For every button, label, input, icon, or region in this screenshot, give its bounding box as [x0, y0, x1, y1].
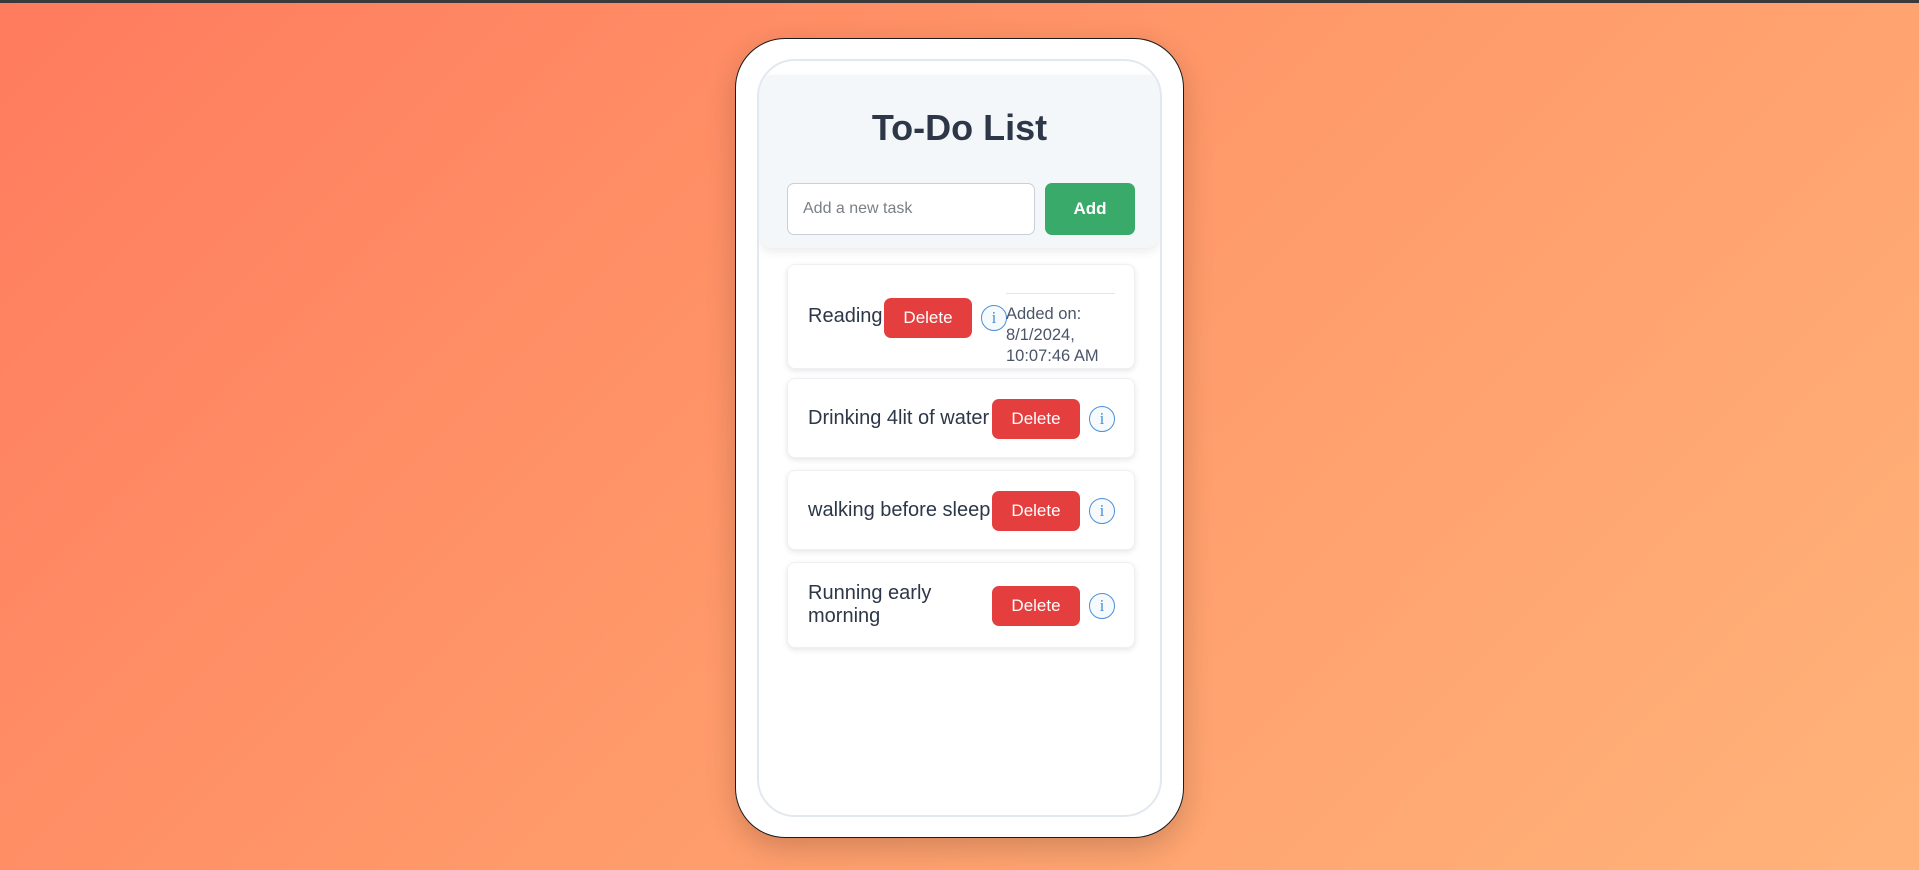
delete-task-button[interactable]: Delete	[884, 298, 972, 338]
task-text: walking before sleep	[808, 499, 991, 521]
task-item: Running early morning Delete i	[787, 562, 1135, 648]
delete-task-button[interactable]: Delete	[992, 399, 1080, 439]
info-circle-icon[interactable]: i	[1089, 593, 1115, 619]
task-item: Drinking 4lit of water Delete i	[787, 378, 1135, 458]
phone-frame: To-Do List Add Reading Delete i Added on…	[735, 38, 1184, 838]
task-text: Reading	[808, 305, 883, 327]
task-item: Reading Delete i Added on: 8/1/2024, 10:…	[787, 264, 1135, 369]
task-item: walking before sleep Delete i	[787, 470, 1135, 550]
delete-task-button[interactable]: Delete	[992, 491, 1080, 531]
app-container: To-Do List Add Reading Delete i Added on…	[757, 59, 1162, 817]
new-task-input[interactable]	[787, 183, 1035, 235]
info-circle-icon[interactable]: i	[981, 305, 1007, 331]
delete-task-button[interactable]: Delete	[992, 586, 1080, 626]
info-circle-icon[interactable]: i	[1089, 498, 1115, 524]
app-header: To-Do List Add	[759, 75, 1160, 248]
window-top-border	[0, 0, 1919, 3]
task-info-panel: Added on: 8/1/2024, 10:07:46 AM	[1006, 293, 1115, 367]
info-circle-icon[interactable]: i	[1089, 406, 1115, 432]
page-title: To-Do List	[871, 107, 1048, 148]
task-text: Drinking 4lit of water	[808, 407, 990, 429]
task-text: Running early morning	[808, 582, 932, 627]
add-task-button[interactable]: Add	[1045, 183, 1135, 235]
